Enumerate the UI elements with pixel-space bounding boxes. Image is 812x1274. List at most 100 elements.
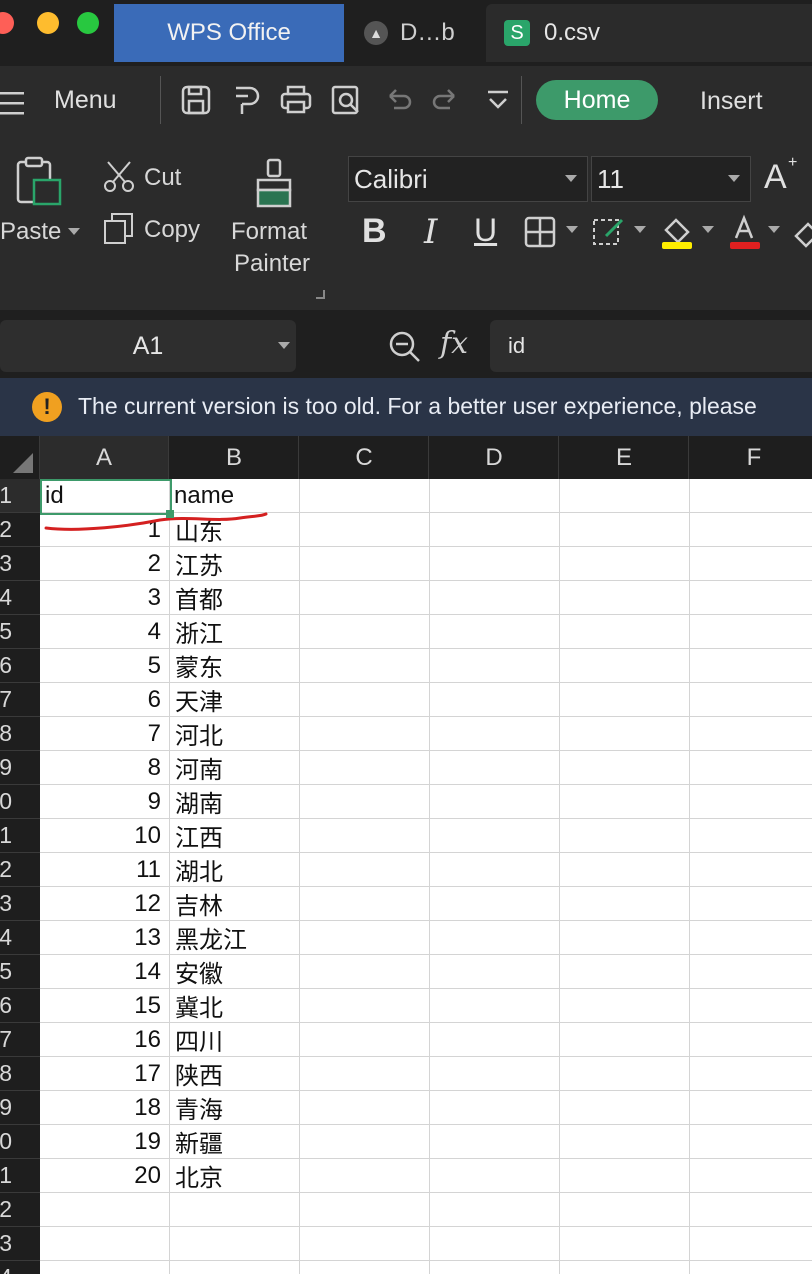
row-header[interactable]: 22: [0, 1193, 40, 1227]
cell-c22[interactable]: [300, 1193, 430, 1227]
row-header[interactable]: 6: [0, 649, 40, 683]
column-header-c[interactable]: C: [300, 436, 429, 479]
row-header[interactable]: 13: [0, 887, 40, 921]
cell-style-dropdown-arrow[interactable]: [634, 226, 646, 233]
tab-home[interactable]: Home: [536, 80, 658, 120]
cell-a3[interactable]: 2: [40, 547, 170, 581]
fill-handle[interactable]: [166, 510, 174, 518]
cell-d19[interactable]: [430, 1091, 560, 1125]
cell-e14[interactable]: [560, 921, 690, 955]
row-header[interactable]: 3: [0, 547, 40, 581]
cell-d3[interactable]: [430, 547, 560, 581]
cell-f9[interactable]: [690, 751, 812, 785]
cell-a20[interactable]: 19: [40, 1125, 170, 1159]
cell-b24[interactable]: [170, 1261, 300, 1274]
cell-d9[interactable]: [430, 751, 560, 785]
insert-function-button[interactable]: fx: [440, 326, 468, 361]
row-header[interactable]: 5: [0, 615, 40, 649]
cell-c14[interactable]: [300, 921, 430, 955]
cell-c7[interactable]: [300, 683, 430, 717]
cell-c17[interactable]: [300, 1023, 430, 1057]
eraser-icon[interactable]: [792, 216, 812, 248]
cell-e10[interactable]: [560, 785, 690, 819]
paste-icon[interactable]: [14, 156, 62, 208]
select-all-button[interactable]: [0, 436, 40, 479]
cell-b22[interactable]: [170, 1193, 300, 1227]
cell-a10[interactable]: 9: [40, 785, 170, 819]
cell-f10[interactable]: [690, 785, 812, 819]
cell-c12[interactable]: [300, 853, 430, 887]
zoom-window-button[interactable]: [77, 12, 99, 34]
cell-a15[interactable]: 14: [40, 955, 170, 989]
cell-c9[interactable]: [300, 751, 430, 785]
cell-a13[interactable]: 12: [40, 887, 170, 921]
row-header[interactable]: 7: [0, 683, 40, 717]
cell-e9[interactable]: [560, 751, 690, 785]
spreadsheet-grid[interactable]: ABCDEF 123456789101112131415161718192021…: [0, 436, 812, 1274]
cell-b3[interactable]: 江苏: [170, 547, 300, 581]
row-header[interactable]: 16: [0, 989, 40, 1023]
hamburger-icon[interactable]: [0, 86, 30, 122]
cell-a7[interactable]: 6: [40, 683, 170, 717]
cell-c8[interactable]: [300, 717, 430, 751]
cell-f5[interactable]: [690, 615, 812, 649]
redo-icon[interactable]: [428, 82, 464, 118]
cell-a16[interactable]: 15: [40, 989, 170, 1023]
borders-dropdown-arrow[interactable]: [566, 226, 578, 233]
cell-f13[interactable]: [690, 887, 812, 921]
cell-d6[interactable]: [430, 649, 560, 683]
cell-d2[interactable]: [430, 513, 560, 547]
cell-c16[interactable]: [300, 989, 430, 1023]
cell-e22[interactable]: [560, 1193, 690, 1227]
cell-a19[interactable]: 18: [40, 1091, 170, 1125]
cell-d16[interactable]: [430, 989, 560, 1023]
cell-c15[interactable]: [300, 955, 430, 989]
cell-e13[interactable]: [560, 887, 690, 921]
cell-c13[interactable]: [300, 887, 430, 921]
cell-e19[interactable]: [560, 1091, 690, 1125]
cell-c24[interactable]: [300, 1261, 430, 1274]
cell-d15[interactable]: [430, 955, 560, 989]
row-header[interactable]: 17: [0, 1023, 40, 1057]
cell-d1[interactable]: [430, 479, 560, 513]
cell-b11[interactable]: 江西: [170, 819, 300, 853]
cell-f21[interactable]: [690, 1159, 812, 1193]
cut-button[interactable]: Cut: [144, 164, 181, 192]
cell-f19[interactable]: [690, 1091, 812, 1125]
row-header[interactable]: 14: [0, 921, 40, 955]
cell-d5[interactable]: [430, 615, 560, 649]
cell-e24[interactable]: [560, 1261, 690, 1274]
cell-c3[interactable]: [300, 547, 430, 581]
cell-f18[interactable]: [690, 1057, 812, 1091]
underline-button[interactable]: U: [474, 212, 497, 249]
cell-d20[interactable]: [430, 1125, 560, 1159]
tab-insert[interactable]: Insert: [700, 87, 763, 116]
cell-f7[interactable]: [690, 683, 812, 717]
export-icon[interactable]: [228, 82, 264, 118]
cell-b4[interactable]: 首都: [170, 581, 300, 615]
font-color-dropdown-arrow[interactable]: [768, 226, 780, 233]
undo-icon[interactable]: [380, 82, 416, 118]
cell-b13[interactable]: 吉林: [170, 887, 300, 921]
format-painter-button[interactable]: Format: [231, 218, 307, 246]
cell-b16[interactable]: 冀北: [170, 989, 300, 1023]
cell-b21[interactable]: 北京: [170, 1159, 300, 1193]
cell-e21[interactable]: [560, 1159, 690, 1193]
paste-dropdown-arrow[interactable]: [68, 228, 80, 235]
cell-a17[interactable]: 16: [40, 1023, 170, 1057]
font-color-icon[interactable]: [728, 214, 764, 250]
cell-e7[interactable]: [560, 683, 690, 717]
cell-b20[interactable]: 新疆: [170, 1125, 300, 1159]
cell-d12[interactable]: [430, 853, 560, 887]
cell-b5[interactable]: 浙江: [170, 615, 300, 649]
bold-button[interactable]: B: [362, 212, 387, 251]
name-box[interactable]: A1: [0, 320, 296, 372]
cell-a12[interactable]: 11: [40, 853, 170, 887]
cell-f3[interactable]: [690, 547, 812, 581]
cell-b8[interactable]: 河北: [170, 717, 300, 751]
cell-a14[interactable]: 13: [40, 921, 170, 955]
cell-d7[interactable]: [430, 683, 560, 717]
cell-b17[interactable]: 四川: [170, 1023, 300, 1057]
cell-b18[interactable]: 陕西: [170, 1057, 300, 1091]
cell-d13[interactable]: [430, 887, 560, 921]
